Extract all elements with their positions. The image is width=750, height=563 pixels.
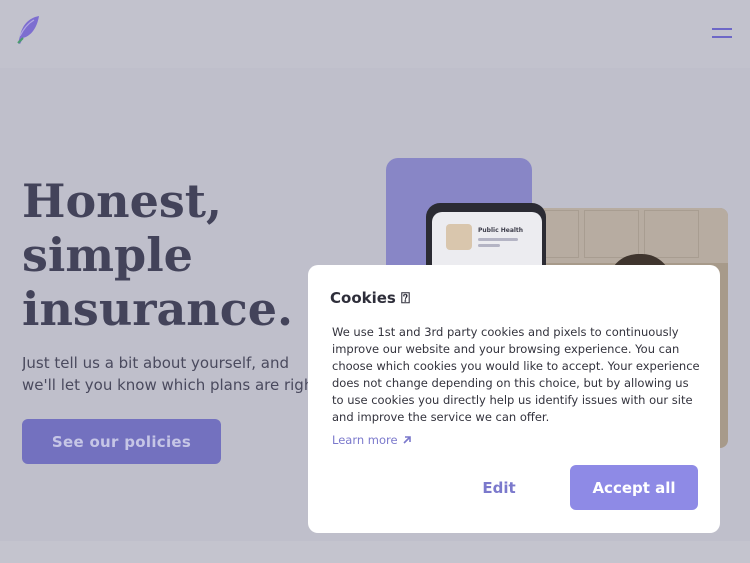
tablet-text-line [478, 244, 500, 247]
photo-window [584, 210, 639, 258]
top-navigation-bar [0, 0, 750, 68]
cookie-description: We use 1st and 3rd party cookies and pix… [332, 325, 700, 424]
edit-cookies-button[interactable]: Edit [466, 465, 532, 511]
tablet-label: Public Health [478, 227, 524, 234]
photo-window [644, 210, 699, 258]
page-bottom-strip [0, 541, 750, 563]
learn-more-label: Learn more [332, 433, 398, 447]
hamburger-menu-icon[interactable] [712, 26, 734, 42]
tablet-thumbnail [446, 224, 472, 250]
accept-all-button[interactable]: Accept all [570, 465, 698, 510]
hero-subtitle: Just tell us a bit about yourself, and w… [22, 354, 320, 400]
arrow-up-right-icon [403, 436, 411, 444]
tablet-text-line [478, 238, 518, 241]
see-policies-button[interactable]: See our policies [22, 419, 221, 464]
learn-more-link[interactable]: Learn more [332, 433, 412, 447]
cookie-title: Cookies ⍰ [330, 289, 411, 307]
hero-title: Honest, simple insurance. [22, 174, 294, 336]
menu-line [712, 28, 732, 30]
feather-logo-icon[interactable] [14, 14, 42, 46]
cookie-consent-dialog: Cookies ⍰ We use 1st and 3rd party cooki… [308, 265, 720, 533]
menu-line [712, 36, 732, 38]
